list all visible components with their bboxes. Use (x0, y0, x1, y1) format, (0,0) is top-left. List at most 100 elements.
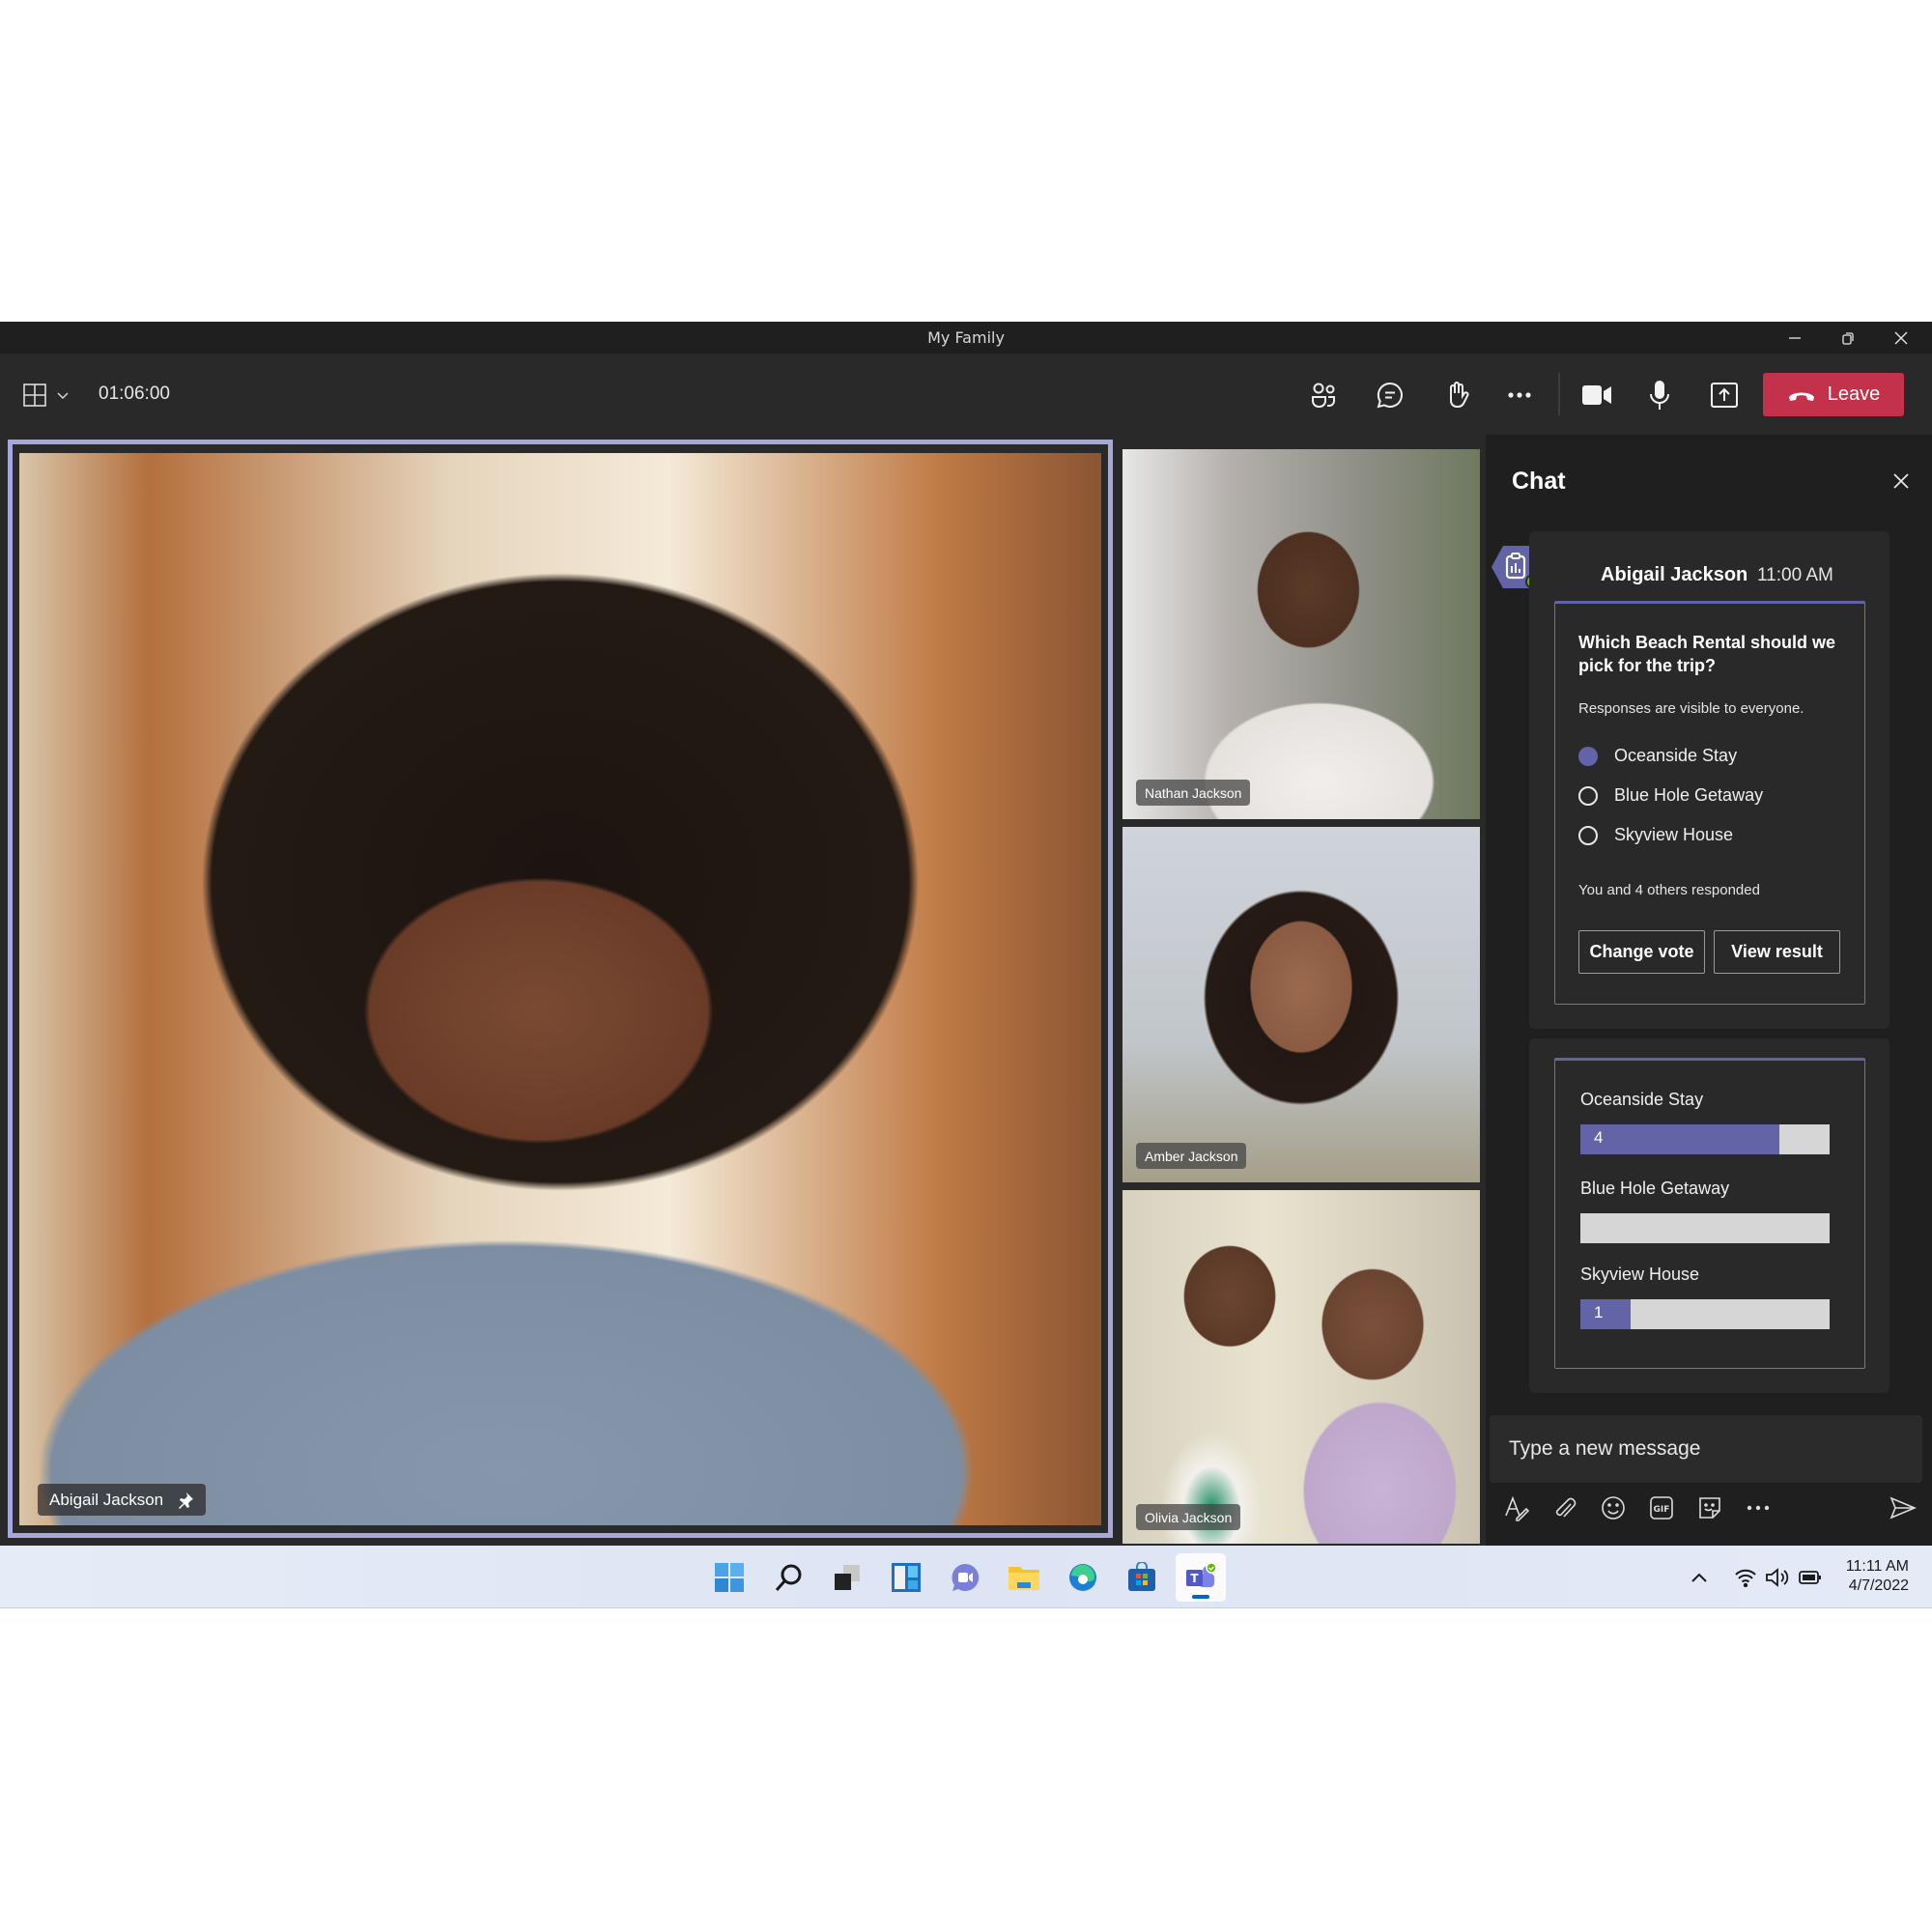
taskbar-search[interactable] (763, 1553, 813, 1602)
poll-visibility-note: Responses are visible to everyone. (1578, 700, 1804, 717)
clock-time: 11:11 AM (1845, 1558, 1909, 1575)
main-video-tile[interactable]: Abigail Jackson (8, 440, 1113, 1538)
meeting-toolbar: 01:06:00 Leave (0, 354, 1932, 435)
result-label: Skyview House (1580, 1264, 1700, 1284)
poll-results-message: Oceanside Stay 4 Blue Hole Getaway Skyvi… (1529, 1038, 1889, 1393)
participant-name: Olivia Jackson (1145, 1509, 1233, 1525)
chevron-up-icon (1691, 1573, 1707, 1582)
sticker-button[interactable] (1694, 1492, 1725, 1523)
attach-button[interactable] (1549, 1492, 1580, 1523)
window-title: My Family (927, 328, 1005, 347)
volume-icon (1766, 1568, 1789, 1587)
result-bar-fill (1580, 1299, 1631, 1329)
participant-video (19, 453, 1101, 1525)
side-video-tile[interactable]: Olivia Jackson (1122, 1190, 1480, 1544)
taskbar-start[interactable] (704, 1553, 754, 1602)
task-view-icon (835, 1565, 860, 1590)
clock-date: 4/7/2022 (1848, 1577, 1909, 1594)
more-compose-button[interactable] (1743, 1492, 1774, 1523)
taskbar-teams[interactable]: T (1176, 1553, 1226, 1602)
view-result-button[interactable]: View result (1714, 930, 1840, 974)
restore-icon (1842, 331, 1854, 345)
layout-button[interactable] (15, 373, 77, 417)
mic-icon (1650, 381, 1669, 410)
people-icon (1312, 383, 1335, 408)
hang-up-icon (1788, 392, 1814, 401)
share-screen-button[interactable] (1702, 373, 1747, 417)
poll-question: Which Beach Rental should we pick for th… (1578, 633, 1836, 675)
side-video-tile[interactable]: Nathan Jackson (1122, 449, 1480, 819)
share-icon (1711, 383, 1738, 408)
teams-meeting-window: My Family 01:06:00 Leave Abigail Jackson… (0, 322, 1932, 1546)
mic-button[interactable] (1637, 373, 1682, 417)
gif-icon: GIF (1650, 1496, 1673, 1520)
chat-message: Abigail Jackson 11:00 AM Which Beach Ren… (1529, 531, 1889, 1029)
poll-response-count: You and 4 others responded (1578, 882, 1760, 898)
chat-panel: Chat Abigail Jackson 11:00 AM Which Beac… (1486, 435, 1932, 1546)
sticker-icon (1699, 1497, 1720, 1519)
taskbar-file-explorer[interactable] (999, 1553, 1049, 1602)
call-timer: 01:06:00 (99, 384, 170, 404)
taskbar-chat[interactable] (940, 1553, 990, 1602)
raise-hand-button[interactable] (1435, 373, 1479, 417)
hand-icon (1450, 382, 1469, 408)
folder-icon (1009, 1567, 1039, 1590)
camera-button[interactable] (1575, 373, 1619, 417)
more-icon (1508, 392, 1531, 398)
chat-title: Chat (1512, 468, 1566, 495)
taskbar-task-view[interactable] (822, 1553, 872, 1602)
minimize-icon (1789, 336, 1801, 339)
volume-button[interactable] (1764, 1565, 1791, 1590)
close-window-button[interactable] (1875, 322, 1927, 354)
people-button[interactable] (1302, 373, 1347, 417)
send-button[interactable] (1888, 1492, 1918, 1523)
result-bar-fill (1580, 1124, 1780, 1154)
chat-icon (1377, 382, 1403, 409)
close-icon (1893, 473, 1909, 489)
poll-option[interactable]: Blue Hole Getaway (1578, 785, 1763, 806)
taskbar-widgets[interactable] (881, 1553, 931, 1602)
show-hidden-icons-button[interactable] (1686, 1565, 1713, 1590)
poll-option[interactable]: Skyview House (1578, 825, 1733, 845)
side-video-tile[interactable]: Amber Jackson (1122, 827, 1480, 1182)
result-label: Blue Hole Getaway (1580, 1179, 1730, 1198)
format-button[interactable] (1501, 1492, 1532, 1523)
compose-box (1490, 1415, 1922, 1483)
result-bar: 1 (1580, 1299, 1830, 1329)
message-input[interactable] (1490, 1415, 1922, 1483)
taskbar-clock[interactable]: 11:11 AM 4/7/2022 (1816, 1557, 1909, 1596)
leave-button[interactable]: Leave (1763, 373, 1904, 416)
result-count: 1 (1594, 1303, 1604, 1321)
svg-text:T: T (1190, 1572, 1199, 1585)
chevron-down-icon (57, 392, 69, 399)
more-options-button[interactable] (1497, 373, 1542, 417)
grid-layout-icon (23, 384, 46, 407)
poll-option-label: Blue Hole Getaway (1614, 785, 1764, 805)
poll-option[interactable]: Oceanside Stay (1578, 746, 1737, 766)
video-stage: Abigail Jackson Nathan Jackson Amber Jac… (0, 435, 1486, 1546)
more-icon (1747, 1505, 1770, 1511)
network-button[interactable] (1732, 1565, 1759, 1590)
minimize-button[interactable] (1769, 322, 1821, 354)
poll-card: Which Beach Rental should we pick for th… (1554, 601, 1865, 1005)
pin-icon (179, 1492, 194, 1509)
gif-button[interactable]: GIF (1646, 1492, 1677, 1523)
taskbar-edge[interactable] (1058, 1553, 1108, 1602)
emoji-button[interactable] (1598, 1492, 1629, 1523)
result-bar: 4 (1580, 1124, 1830, 1154)
restore-button[interactable] (1822, 322, 1874, 354)
chat-toggle-button[interactable] (1368, 373, 1412, 417)
close-chat-button[interactable] (1889, 469, 1913, 493)
change-vote-button[interactable]: Change vote (1578, 930, 1705, 974)
widgets-icon (892, 1563, 921, 1592)
radio-unselected[interactable] (1578, 785, 1598, 806)
leave-label: Leave (1827, 384, 1881, 405)
emoji-icon (1602, 1496, 1625, 1520)
taskbar-store[interactable] (1117, 1553, 1167, 1602)
radio-selected[interactable] (1578, 746, 1598, 766)
participant-name-tag: Olivia Jackson (1136, 1504, 1241, 1530)
poll-option-label: Oceanside Stay (1614, 746, 1738, 765)
radio-unselected[interactable] (1578, 825, 1598, 845)
participant-name-tag: Amber Jackson (1136, 1143, 1247, 1169)
svg-text:GIF: GIF (1654, 1505, 1670, 1515)
